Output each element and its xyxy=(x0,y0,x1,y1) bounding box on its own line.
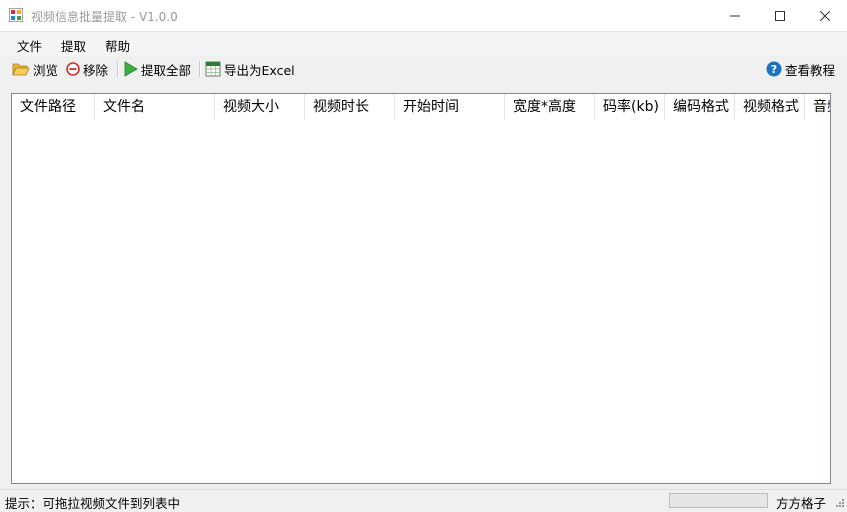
menu-help[interactable]: 帮助 xyxy=(105,36,130,55)
folder-open-icon xyxy=(12,63,30,76)
browse-button[interactable]: 浏览 xyxy=(12,59,58,79)
extract-all-button[interactable]: 提取全部 xyxy=(124,59,191,79)
close-icon xyxy=(819,10,830,21)
tutorial-button[interactable]: ? 查看教程 xyxy=(766,59,835,79)
menu-extract[interactable]: 提取 xyxy=(61,36,86,55)
column-header-resolution[interactable]: 宽度*高度 xyxy=(505,94,595,120)
resize-grip-icon[interactable] xyxy=(833,498,845,510)
column-header-video-format[interactable]: 视频格式 xyxy=(735,94,805,120)
column-header-audio[interactable]: 音频 xyxy=(805,94,830,120)
progress-bar xyxy=(669,493,768,508)
column-header-bitrate[interactable]: 码率(kb) xyxy=(595,94,665,120)
excel-icon xyxy=(205,61,221,77)
svg-text:?: ? xyxy=(771,63,777,76)
menu-bar: 文件 提取 帮助 xyxy=(0,32,847,56)
minimize-button[interactable] xyxy=(712,0,757,31)
export-excel-button[interactable]: 导出为Excel xyxy=(205,59,295,79)
column-header-file-path[interactable]: 文件路径 xyxy=(12,94,95,120)
remove-icon xyxy=(66,62,80,76)
brand-label: 方方格子 xyxy=(776,496,827,511)
remove-label: 移除 xyxy=(83,62,109,78)
column-header-file-name[interactable]: 文件名 xyxy=(95,94,215,120)
remove-button[interactable]: 移除 xyxy=(66,59,108,79)
file-list[interactable]: 文件路径 文件名 视频大小 视频时长 开始时间 宽度*高度 码率(kb) 编码格… xyxy=(11,93,831,484)
app-icon xyxy=(9,8,23,22)
minimize-icon xyxy=(729,15,740,16)
column-header-duration[interactable]: 视频时长 xyxy=(305,94,395,120)
toolbar: 浏览 移除 提取全部 导出为Excel ? 查看教程 xyxy=(0,56,847,82)
column-header-start-time[interactable]: 开始时间 xyxy=(395,94,505,120)
status-bar: 提示：可拖拉视频文件到列表中 方方格子 xyxy=(0,489,847,512)
window-title: 视频信息批量提取 - V1.0.0 xyxy=(31,10,178,24)
toolbar-separator xyxy=(199,61,201,77)
title-bar[interactable]: 视频信息批量提取 - V1.0.0 xyxy=(0,0,847,32)
play-icon xyxy=(124,61,138,77)
browse-label: 浏览 xyxy=(33,62,59,78)
extract-all-label: 提取全部 xyxy=(141,62,192,78)
export-excel-label: 导出为Excel xyxy=(224,62,295,78)
status-hint: 提示：可拖拉视频文件到列表中 xyxy=(5,496,181,511)
tutorial-label: 查看教程 xyxy=(785,62,836,78)
maximize-icon xyxy=(774,10,785,21)
help-icon: ? xyxy=(766,61,782,77)
toolbar-separator xyxy=(117,61,119,77)
menu-file[interactable]: 文件 xyxy=(17,36,42,55)
close-button[interactable] xyxy=(802,0,847,31)
maximize-button[interactable] xyxy=(757,0,802,31)
column-header-video-size[interactable]: 视频大小 xyxy=(215,94,305,120)
list-header: 文件路径 文件名 视频大小 视频时长 开始时间 宽度*高度 码率(kb) 编码格… xyxy=(12,94,830,120)
column-header-codec[interactable]: 编码格式 xyxy=(665,94,735,120)
